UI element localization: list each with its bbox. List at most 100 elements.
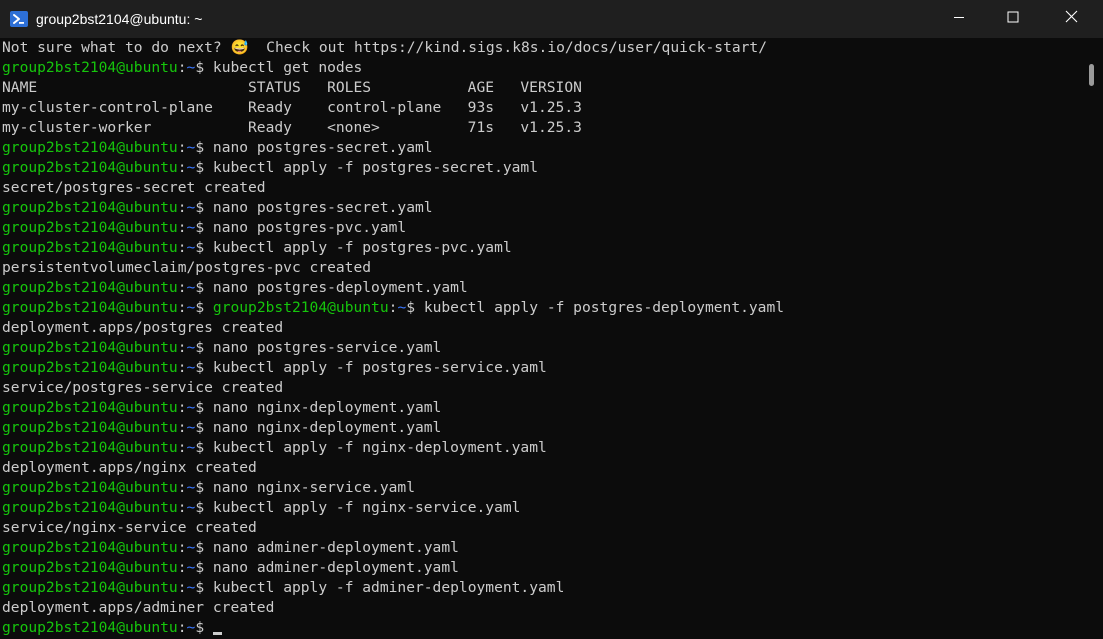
- prompt-colon: :: [177, 59, 187, 76]
- prompt-path: ~: [186, 299, 196, 316]
- prompt-path: ~: [186, 219, 196, 236]
- output-line: service/nginx-service created: [2, 519, 257, 536]
- prompt-dollar: $: [195, 219, 213, 236]
- prompt-path: ~: [186, 419, 196, 436]
- command-text: nano postgres-secret.yaml: [212, 199, 433, 216]
- minimize-button[interactable]: [930, 0, 988, 38]
- prompt-dollar: $: [195, 59, 213, 76]
- prompt-user-host: group2bst2104@ubuntu: [2, 159, 178, 176]
- maximize-button[interactable]: [984, 0, 1042, 38]
- command-text: nano adminer-deployment.yaml: [212, 559, 459, 576]
- prompt-path: ~: [186, 359, 196, 376]
- prompt-path: ~: [186, 539, 196, 556]
- command-text: kubectl apply -f postgres-secret.yaml: [212, 159, 538, 176]
- prompt-dollar: $: [195, 239, 213, 256]
- terminal-window: group2bst2104@ubuntu: ~ Not sure what to…: [0, 0, 1103, 639]
- command-line: group2bst2104@ubuntu:~$ kubectl get node…: [2, 58, 362, 78]
- maximize-icon: [1007, 10, 1019, 28]
- powershell-icon[interactable]: [10, 10, 28, 28]
- prompt-dollar: $: [195, 199, 213, 216]
- prompt-colon: :: [177, 619, 187, 636]
- output-line: NAME STATUS ROLES AGE VERSION: [2, 79, 582, 96]
- output-line: my-cluster-control-plane Ready control-p…: [2, 99, 582, 116]
- prompt-user-host: group2bst2104@ubuntu: [2, 559, 178, 576]
- prompt-dollar: $: [195, 299, 213, 316]
- prompt-colon: :: [177, 399, 187, 416]
- prompt-dollar: $: [195, 579, 213, 596]
- prompt-colon: :: [177, 239, 187, 256]
- prompt-user-host: group2bst2104@ubuntu: [2, 619, 178, 636]
- prompt-user-host: group2bst2104@ubuntu: [2, 339, 178, 356]
- command-line: group2bst2104@ubuntu:~$ kubectl apply -f…: [2, 438, 547, 458]
- prompt-path: ~: [186, 159, 196, 176]
- prompt-path: ~: [186, 339, 196, 356]
- prompt-user-host: group2bst2104@ubuntu: [2, 279, 178, 296]
- prompt-colon: :: [177, 479, 187, 496]
- prompt-user-host: group2bst2104@ubuntu: [2, 239, 178, 256]
- minimize-icon: [953, 10, 965, 28]
- prompt-colon: :: [177, 199, 187, 216]
- text-cursor: [212, 632, 222, 635]
- prompt-dollar: $: [195, 399, 213, 416]
- command-line: group2bst2104@ubuntu:~$ nano nginx-servi…: [2, 478, 415, 498]
- prompt-path: ~: [186, 479, 196, 496]
- output-line: service/postgres-service created: [2, 379, 284, 396]
- prompt-path: ~: [186, 139, 196, 156]
- prompt-dollar: $: [195, 539, 213, 556]
- command-text: nano nginx-service.yaml: [212, 479, 415, 496]
- prompt-dollar: $: [195, 479, 213, 496]
- prompt-dollar: $: [195, 419, 213, 436]
- prompt-dollar: $: [195, 279, 213, 296]
- command-line: group2bst2104@ubuntu:~$ nano adminer-dep…: [2, 558, 459, 578]
- prompt-colon: :: [177, 219, 187, 236]
- prompt-user-host: group2bst2104@ubuntu: [2, 479, 178, 496]
- prompt-user-host: group2bst2104@ubuntu: [2, 539, 178, 556]
- command-text: kubectl apply -f nginx-deployment.yaml: [212, 439, 547, 456]
- prompt-user-host: group2bst2104@ubuntu: [2, 399, 178, 416]
- terminal-output[interactable]: Not sure what to do next? 😅 Check out ht…: [0, 38, 1088, 639]
- prompt-dollar: $: [195, 439, 213, 456]
- prompt-path: ~: [186, 579, 196, 596]
- prompt-colon: :: [177, 139, 187, 156]
- command-text: kubectl apply -f nginx-service.yaml: [212, 499, 521, 516]
- command-line: group2bst2104@ubuntu:~$ nano adminer-dep…: [2, 538, 459, 558]
- command-line: group2bst2104@ubuntu:~$ nano nginx-deplo…: [2, 398, 441, 418]
- prompt-dollar: $: [195, 159, 213, 176]
- prompt-colon: :: [177, 359, 187, 376]
- prompt-path: ~: [186, 59, 196, 76]
- command-text: kubectl apply -f postgres-deployment.yam…: [423, 299, 785, 316]
- prompt-path: ~: [186, 239, 196, 256]
- close-button[interactable]: [1042, 0, 1100, 38]
- command-text: nano postgres-secret.yaml: [212, 139, 433, 156]
- prompt-user-host: group2bst2104@ubuntu: [2, 499, 178, 516]
- prompt-dollar: $: [195, 499, 213, 516]
- output-line: Not sure what to do next? 😅 Check out ht…: [2, 39, 767, 56]
- command-line: group2bst2104@ubuntu:~$ kubectl apply -f…: [2, 358, 547, 378]
- command-text: nano nginx-deployment.yaml: [212, 419, 442, 436]
- prompt-dollar: $: [406, 299, 424, 316]
- prompt-colon: :: [177, 579, 187, 596]
- command-line: group2bst2104@ubuntu:~$ nano postgres-se…: [2, 198, 433, 218]
- prompt-user-host: group2bst2104@ubuntu: [2, 139, 178, 156]
- command-line: group2bst2104@ubuntu:~$ kubectl apply -f…: [2, 158, 538, 178]
- prompt-colon: :: [177, 539, 187, 556]
- command-line: group2bst2104@ubuntu:~$ nano postgres-de…: [2, 278, 468, 298]
- scrollbar-thumb[interactable]: [1089, 64, 1094, 86]
- title-bar[interactable]: group2bst2104@ubuntu: ~: [0, 0, 1103, 38]
- prompt-colon: :: [177, 299, 187, 316]
- prompt-user-host: group2bst2104@ubuntu: [2, 419, 178, 436]
- command-text: kubectl apply -f adminer-deployment.yaml: [212, 579, 565, 596]
- output-line: secret/postgres-secret created: [2, 179, 266, 196]
- prompt-dollar: $: [195, 139, 213, 156]
- scrollbar-track[interactable]: [1088, 38, 1103, 639]
- prompt-dollar: $: [195, 619, 213, 636]
- prompt-user-host: group2bst2104@ubuntu: [2, 299, 178, 316]
- prompt-colon: :: [177, 439, 187, 456]
- output-line: deployment.apps/adminer created: [2, 599, 275, 616]
- prompt-path: ~: [186, 439, 196, 456]
- prompt-colon: :: [177, 159, 187, 176]
- prompt-path: ~: [186, 279, 196, 296]
- command-text: nano postgres-deployment.yaml: [212, 279, 468, 296]
- current-prompt-line: group2bst2104@ubuntu:~$: [2, 618, 222, 638]
- output-line: my-cluster-worker Ready <none> 71s v1.25…: [2, 119, 582, 136]
